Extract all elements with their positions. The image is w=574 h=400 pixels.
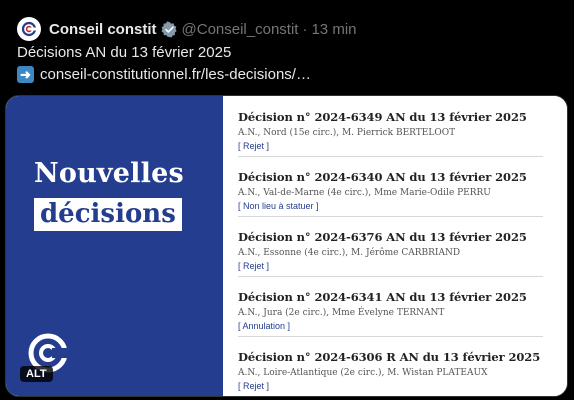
media-headline-line2: décisions (34, 198, 182, 231)
decision-item: Décision n° 2024-6341 AN du 13 février 2… (238, 290, 543, 337)
decision-tag: [ Rejet ] (238, 141, 270, 151)
conseil-logo-icon (21, 21, 37, 37)
decision-title: Décision n° 2024-6349 AN du 13 février 2… (238, 110, 527, 124)
author-name[interactable]: Conseil constit (49, 21, 157, 38)
decision-tag: [ Rejet ] (238, 261, 270, 271)
decision-subtitle: A.N., Val-de-Marne (4e circ.), Mme Marie… (238, 188, 491, 198)
decision-item: Décision n° 2024-6340 AN du 13 février 2… (238, 170, 543, 217)
author-handle[interactable]: @Conseil_constit (182, 21, 299, 38)
decision-subtitle: A.N., Nord (15e circ.), M. Pierrick BERT… (238, 128, 456, 138)
post-header: Conseil constit @Conseil_constit · 13 mi… (17, 15, 357, 43)
decision-item: Décision n° 2024-6376 AN du 13 février 2… (238, 230, 543, 277)
alt-text-badge[interactable]: ALT (20, 366, 53, 382)
media-headline-line1: Nouvelles (34, 158, 184, 189)
right-arrow-icon: ➜ (17, 66, 34, 83)
post-media-image[interactable]: Nouvelles décisions ALT Décision n° 2024… (5, 95, 568, 397)
post: Conseil constit @Conseil_constit · 13 mi… (0, 0, 574, 400)
decision-title: Décision n° 2024-6306 R AN du 13 février… (238, 350, 541, 364)
media-left-panel: Nouvelles décisions ALT (6, 96, 223, 396)
decision-title: Décision n° 2024-6341 AN du 13 février 2… (238, 290, 527, 304)
separator: · (302, 20, 308, 38)
decision-tag: [ Annulation ] (238, 321, 291, 331)
decision-title: Décision n° 2024-6376 AN du 13 février 2… (238, 230, 527, 244)
decision-item: Décision n° 2024-6306 R AN du 13 février… (238, 350, 543, 396)
post-text: Décisions AN du 13 février 2025 (17, 44, 232, 61)
post-link[interactable]: conseil-constitutionnel.fr/les-decisions… (40, 66, 311, 83)
media-decisions-list: Décision n° 2024-6349 AN du 13 février 2… (223, 96, 567, 396)
decision-subtitle: A.N., Loire-Atlantique (2e circ.), M. Wi… (238, 368, 488, 378)
decision-title: Décision n° 2024-6340 AN du 13 février 2… (238, 170, 527, 184)
decision-tag: [ Rejet ] (238, 381, 270, 391)
decision-tag: [ Non lieu à statuer ] (238, 201, 319, 211)
post-link-line: ➜ conseil-constitutionnel.fr/les-decisio… (17, 66, 311, 83)
post-time[interactable]: 13 min (311, 21, 356, 38)
decision-subtitle: A.N., Essonne (4e circ.), M. Jérôme CARB… (238, 248, 461, 258)
decision-item: Décision n° 2024-6349 AN du 13 février 2… (238, 110, 543, 157)
avatar[interactable] (17, 17, 41, 41)
decision-subtitle: A.N., Jura (2e circ.), Mme Évelyne TERNA… (238, 308, 445, 318)
verified-badge-icon[interactable] (161, 20, 178, 38)
